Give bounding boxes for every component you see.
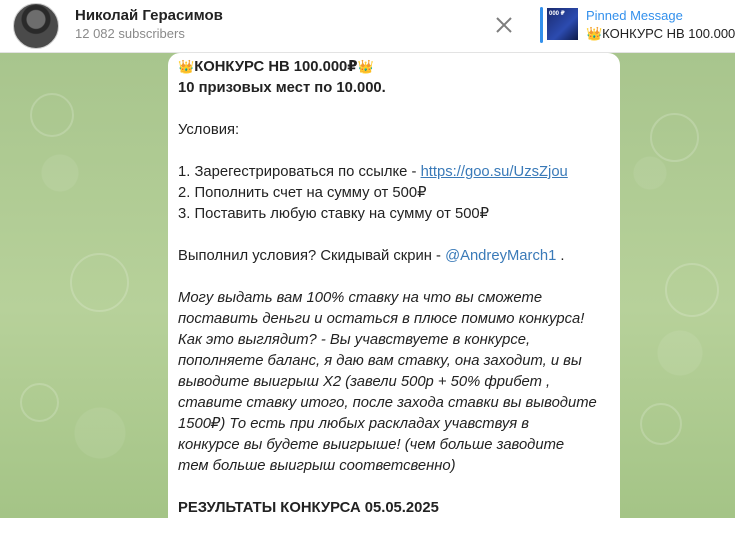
close-icon[interactable]	[493, 14, 515, 36]
conditions-label: Условия:	[178, 122, 240, 138]
message-bubble[interactable]: 👑КОНКУРС НВ 100.000₽👑 10 призовых мест п…	[168, 53, 620, 533]
italic-line: Могу выдать вам 100% ставку на что вы см…	[178, 290, 543, 306]
background-doodle	[30, 93, 74, 137]
condition-step-1: 1. Зарегестрироваться по ссылке - https:…	[178, 162, 610, 183]
channel-avatar[interactable]	[13, 3, 59, 49]
background-doodle	[650, 113, 699, 162]
channel-header: Николай Герасимов 12 082 subscribers 000…	[0, 0, 735, 53]
background-doodle	[70, 253, 129, 312]
italic-line: тем больше выигрыш соответсвенно)	[178, 458, 456, 474]
message-prizes: 10 призовых мест по 10.000.	[178, 80, 386, 96]
message-title: КОНКУРС НВ 100.000₽	[194, 59, 358, 75]
crown-icon: 👑	[357, 59, 374, 74]
italic-line: пополняете баланс, я даю вам ставку, она…	[178, 353, 582, 369]
pinned-thumbnail-text: 000 ₽	[549, 11, 565, 17]
condition-step-3: 3. Поставить любую ставку на сумму от 50…	[178, 206, 490, 222]
channel-title[interactable]: Николай Герасимов	[75, 7, 223, 24]
background-doodle	[640, 403, 682, 445]
condition-step-2: 2. Пополнить счет на сумму от 500₽	[178, 185, 427, 201]
pinned-message-text[interactable]: 👑КОНКУРС НВ 100.000	[586, 26, 735, 42]
done-text: Выполнил условия? Скидывай скрин -	[178, 248, 446, 264]
italic-line: выводите выигрыш Х2 (завели 500р + 50% ф…	[178, 374, 551, 390]
italic-line: конкурсе вы будете выигрыше! (чем больше…	[178, 437, 565, 453]
subscriber-count: 12 082 subscribers	[75, 26, 185, 41]
results-heading: РЕЗУЛЬТАТЫ КОНКУРСА 05.05.2025	[178, 500, 439, 516]
italic-line: поставить деньги и остаться в плюсе поми…	[178, 311, 585, 327]
done-line: Выполнил условия? Скидывай скрин - @Andr…	[178, 246, 610, 267]
crown-icon: 👑	[178, 59, 195, 74]
author-mention[interactable]: @AndreyMarch1	[445, 248, 556, 264]
italic-line: Как это выглядит? - Вы учавствуете в кон…	[178, 332, 531, 348]
background-doodle	[20, 383, 59, 422]
done-suffix: .	[556, 248, 565, 264]
italic-line: 1500₽) То есть при любых раскладах учавс…	[178, 416, 529, 432]
pinned-thumbnail[interactable]: 000 ₽	[547, 8, 578, 40]
condition-step-1-text: 1. Зарегестрироваться по ссылке -	[178, 164, 421, 180]
pinned-message-label[interactable]: Pinned Message	[586, 8, 683, 23]
pinned-indicator-bar	[540, 7, 543, 43]
message-title-line: 👑КОНКУРС НВ 100.000₽👑	[178, 56, 610, 78]
italic-line: ставите ставку итого, после захода ставк…	[178, 395, 597, 411]
registration-link[interactable]: https://goo.su/UzsZjou	[421, 164, 568, 180]
background-doodle	[665, 263, 719, 317]
